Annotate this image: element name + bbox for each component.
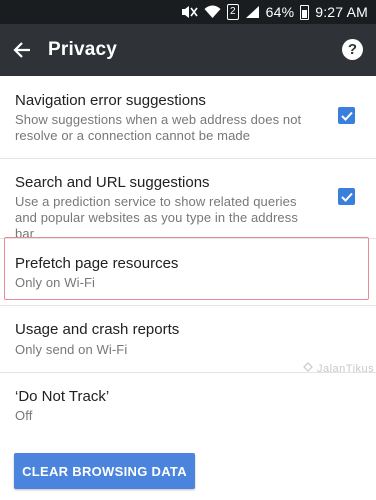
signal-icon	[245, 4, 260, 20]
page-title: Privacy	[48, 39, 118, 60]
status-time: 9:27 AM	[315, 4, 368, 20]
sim-icon: 2	[227, 4, 239, 20]
arrow-back-icon[interactable]	[0, 24, 44, 76]
watermark: JalanTikus	[302, 361, 374, 376]
watermark-logo-icon	[302, 361, 314, 376]
app-bar: Privacy ?	[0, 24, 376, 76]
setting-summary: Only send on Wi-Fi	[15, 342, 128, 357]
setting-title: Navigation error suggestions	[15, 92, 206, 109]
check-icon	[340, 192, 353, 202]
help-icon[interactable]: ?	[342, 39, 363, 60]
setting-prefetch-page-resources[interactable]: Prefetch page resources Only on Wi-Fi	[0, 239, 376, 306]
setting-summary: Only on Wi-Fi	[15, 275, 96, 290]
battery-icon	[300, 4, 310, 20]
setting-summary: Off	[15, 408, 33, 423]
navigation-error-checkbox[interactable]	[338, 107, 355, 124]
check-icon	[340, 111, 353, 121]
clear-browsing-data-button[interactable]: CLEAR BROWSING DATA	[14, 453, 195, 489]
setting-title: Prefetch page resources	[15, 255, 179, 272]
watermark-text: JalanTikus	[317, 362, 375, 375]
setting-search-url-suggestions[interactable]: Search and URL suggestions Use a predict…	[0, 159, 376, 241]
setting-do-not-track[interactable]: ‘Do Not Track’ Off	[0, 373, 376, 439]
setting-title: ‘Do Not Track’	[15, 388, 110, 405]
setting-title: Search and URL suggestions	[15, 174, 210, 191]
status-bar: 2 64% 9:27 AM	[0, 0, 376, 24]
search-url-checkbox[interactable]	[338, 188, 355, 205]
setting-title: Usage and crash reports	[15, 321, 180, 338]
battery-percent: 64%	[265, 4, 295, 20]
setting-navigation-error-suggestions[interactable]: Navigation error suggestions Show sugges…	[0, 76, 376, 159]
setting-summary: Show suggestions when a web address does…	[15, 112, 302, 143]
setting-summary: Use a prediction service to show related…	[15, 194, 298, 241]
mute-icon	[180, 4, 198, 20]
wifi-icon	[204, 4, 221, 20]
